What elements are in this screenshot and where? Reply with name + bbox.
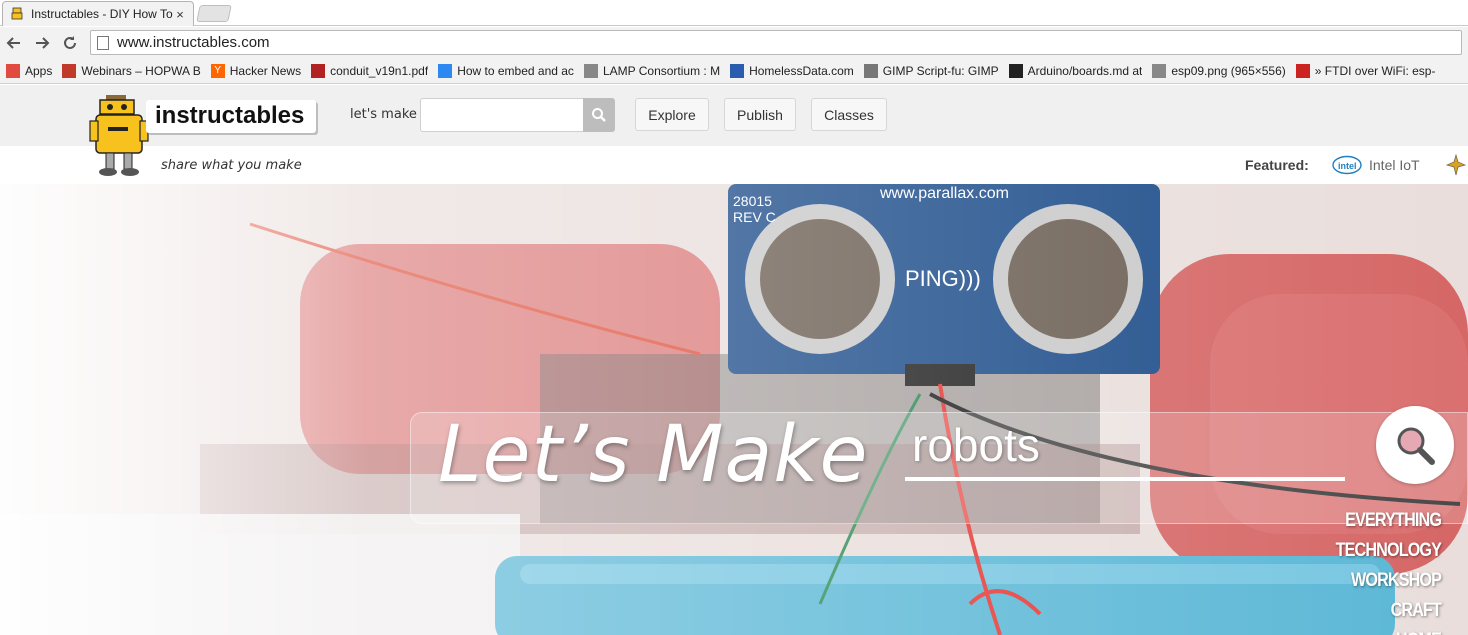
category-workshop[interactable]: WORKSHOP — [1336, 566, 1442, 596]
bookmark-label: » FTDI over WiFi: esp- — [1314, 63, 1436, 78]
bookmark-item[interactable]: » FTDI over WiFi: esp- — [1295, 63, 1436, 78]
page-icon — [1152, 63, 1167, 78]
magnifier-icon — [1397, 427, 1435, 465]
site-tagline: share what you make — [161, 158, 302, 173]
bookmark-item[interactable]: esp09.png (965×556) — [1152, 63, 1286, 78]
header-search-button[interactable] — [583, 98, 615, 132]
featured-label: Featured: — [1245, 157, 1309, 173]
hero-banner: www.parallax.com 28015 REV C PING))) Let… — [0, 184, 1468, 635]
instructables-robot-icon — [9, 6, 25, 22]
bookmark-item[interactable]: Arduino/boards.md at — [1008, 63, 1143, 78]
bookmark-label: conduit_v19n1.pdf — [330, 63, 429, 78]
hero-headline: Let’s Make — [438, 410, 869, 500]
house-icon — [62, 63, 77, 78]
browser-toolbar: www.instructables.com — [0, 27, 1468, 58]
publish-button[interactable]: Publish — [724, 98, 796, 131]
bookmark-item[interactable]: How to embed and ac — [438, 63, 574, 78]
category-technology[interactable]: TECHNOLOGY — [1336, 536, 1442, 566]
new-tab-button[interactable] — [196, 5, 232, 22]
hero-search-underline — [905, 477, 1345, 481]
category-craft[interactable]: CRAFT — [1336, 596, 1442, 626]
bookmark-label: esp09.png (965×556) — [1171, 63, 1286, 78]
bookmark-label: GIMP Script-fu: GIMP — [882, 63, 999, 78]
featured-sparkle-icon[interactable] — [1445, 153, 1467, 181]
github-icon — [1008, 63, 1023, 78]
address-bar[interactable]: www.instructables.com — [90, 30, 1462, 55]
classes-button[interactable]: Classes — [811, 98, 887, 131]
category-home[interactable]: HOME — [1336, 626, 1442, 635]
page-icon — [97, 35, 109, 50]
category-everything[interactable]: EVERYTHING — [1336, 506, 1442, 536]
header-search-input[interactable] — [420, 98, 584, 132]
page-icon — [583, 63, 598, 78]
bookmark-label: Hacker News — [229, 63, 302, 78]
bookmark-item[interactable]: LAMP Consortium : M — [583, 63, 721, 78]
bookmark-item[interactable]: Y Hacker News — [210, 63, 302, 78]
search-icon — [592, 108, 606, 122]
intel-logo-icon[interactable]: intel — [1332, 155, 1362, 175]
bookmark-label: Webinars – HOPWA B — [81, 63, 201, 78]
close-icon[interactable]: × — [173, 7, 187, 22]
hero-search-input[interactable]: robots — [912, 418, 1040, 472]
bookmark-item[interactable]: GIMP Script-fu: GIMP — [863, 63, 999, 78]
bookmark-item[interactable]: Webinars – HOPWA B — [62, 63, 201, 78]
forward-arrow-icon[interactable] — [28, 29, 56, 57]
apps-grid-icon — [6, 63, 20, 78]
circle-logo-icon — [1295, 63, 1310, 78]
bookmark-label: How to embed and ac — [457, 63, 574, 78]
home-outline-icon — [863, 63, 878, 78]
bookmark-label: Arduino/boards.md at — [1027, 63, 1143, 78]
reload-icon[interactable] — [56, 29, 84, 57]
instructables-robot-logo[interactable] — [88, 93, 152, 184]
bookmarks-bar: Apps Webinars – HOPWA B Y Hacker News condui… — [0, 58, 1468, 84]
explore-button[interactable]: Explore — [635, 98, 709, 131]
hero-search-button[interactable] — [1376, 406, 1454, 484]
bookmark-item[interactable]: Apps — [6, 63, 53, 78]
back-arrow-icon[interactable] — [0, 29, 28, 57]
browser-tab-strip: Instructables - DIY How To × — [0, 0, 1468, 26]
category-list: EVERYTHING TECHNOLOGY WORKSHOP CRAFT HOM… — [1317, 506, 1442, 635]
globe-icon — [730, 63, 745, 78]
header-search-label: let's make — [350, 107, 417, 122]
bookmark-item[interactable]: conduit_v19n1.pdf — [311, 63, 429, 78]
tab-title: Instructables - DIY How To — [31, 7, 173, 21]
featured-link-intel-iot[interactable]: Intel IoT — [1369, 157, 1420, 173]
bookmark-item[interactable]: HomelessData.com — [730, 63, 854, 78]
site-logo-text[interactable]: instructables — [146, 100, 316, 133]
browser-tab[interactable]: Instructables - DIY How To × — [2, 1, 194, 26]
svg-text:intel: intel — [1338, 161, 1357, 171]
bookmark-label: LAMP Consortium : M — [602, 63, 721, 78]
shield-icon — [311, 63, 326, 78]
url-text: www.instructables.com — [117, 34, 270, 51]
windows-icon — [438, 63, 453, 78]
hacker-news-icon: Y — [210, 63, 225, 78]
bookmark-label: HomelessData.com — [749, 63, 854, 78]
bookmark-label: Apps — [25, 63, 53, 78]
